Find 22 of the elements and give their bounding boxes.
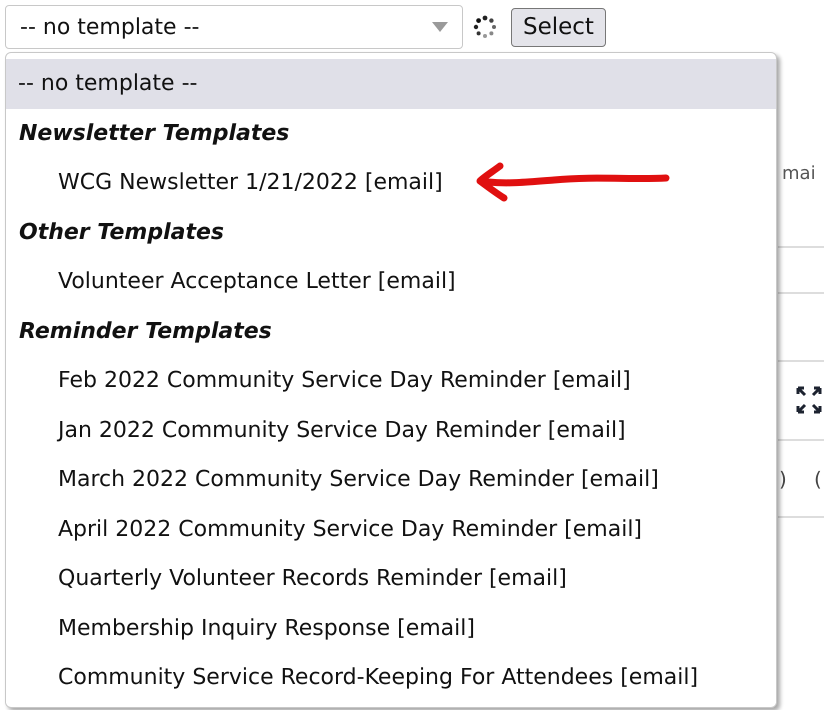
- select-value: -- no template --: [20, 14, 200, 42]
- dropdown-option[interactable]: Membership Inquiry Response [email]: [6, 604, 776, 653]
- dropdown-option[interactable]: Volunteer Acceptance Letter [email]: [6, 257, 776, 306]
- dropdown-option[interactable]: Community Service Record-Keeping For Attendees [email]: [6, 653, 776, 702]
- template-select[interactable]: -- no template --: [5, 5, 463, 49]
- dropdown-option[interactable]: WCG Newsletter 1/21/2022 [email]: [6, 158, 776, 208]
- expand-icon: [796, 386, 822, 414]
- dropdown-option[interactable]: Jan 2022 Community Service Day Reminder [email]: [6, 406, 776, 455]
- group-heading: Reminder Templates: [18, 318, 273, 346]
- paren-text: ): [779, 466, 787, 493]
- dropdown-option[interactable]: -- no template --: [6, 59, 776, 108]
- column-label: mai: [782, 162, 816, 186]
- dropdown-option[interactable]: Feb 2022 Community Service Day Reminder [email]: [6, 356, 776, 406]
- group-heading: Other Templates: [18, 218, 225, 247]
- paren-text: (: [814, 466, 822, 493]
- dropdown-option[interactable]: March 2022 Community Service Day Reminder [email]: [6, 455, 776, 504]
- dropdown-option[interactable]: April 2022 Community Service Day Reminder [email]: [6, 504, 776, 554]
- loading-spinner-icon: [473, 15, 497, 39]
- group-heading: Newsletter Templates: [18, 120, 290, 148]
- dropdown-caret-icon: [432, 22, 448, 32]
- dropdown-option[interactable]: Quarterly Volunteer Records Reminder [email]: [6, 554, 776, 604]
- select-button[interactable]: Select: [511, 8, 606, 46]
